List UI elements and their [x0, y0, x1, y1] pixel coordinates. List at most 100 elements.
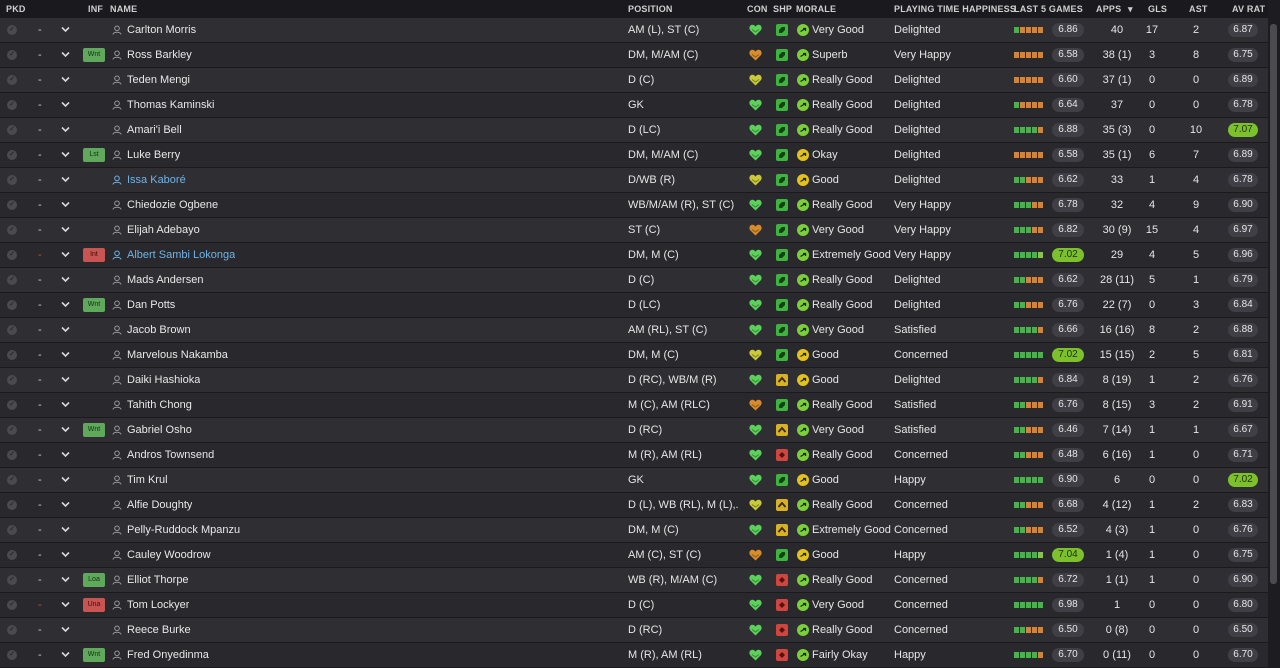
pick-toggle-icon[interactable]: ✓ — [7, 550, 17, 560]
chevron-down-icon[interactable] — [61, 451, 70, 458]
chevron-down-icon[interactable] — [61, 251, 70, 258]
status-badge[interactable]: Wnt — [83, 648, 105, 662]
status-badge[interactable]: Wnt — [83, 298, 105, 312]
player-name[interactable]: Tim Krul — [127, 468, 168, 492]
chevron-down-icon[interactable] — [61, 476, 70, 483]
col-con[interactable]: CON — [747, 4, 768, 14]
table-row[interactable]: ✓ - Reece Burke D (RC) Really Good Concerned 6… — [0, 618, 1268, 643]
pick-toggle-icon[interactable]: ✓ — [7, 625, 17, 635]
player-name[interactable]: Elliot Thorpe — [127, 568, 189, 592]
pick-toggle-icon[interactable]: ✓ — [7, 600, 17, 610]
table-row[interactable]: ✓ - Carlton Morris AM (L), ST (C) Very Good D… — [0, 18, 1268, 43]
player-name[interactable]: Amari'i Bell — [127, 118, 182, 142]
table-row[interactable]: ✓ - Lst Luke Berry DM, M/AM (C) Okay Delighted… — [0, 143, 1268, 168]
player-name[interactable]: Tom Lockyer — [127, 593, 189, 617]
status-badge[interactable]: Int — [83, 248, 105, 262]
player-name[interactable]: Tahith Chong — [127, 393, 192, 417]
chevron-down-icon[interactable] — [61, 576, 70, 583]
table-row[interactable]: ✓ - Wnt Gabriel Osho D (RC) Very Good Satisfie… — [0, 418, 1268, 443]
pick-toggle-icon[interactable]: ✓ — [7, 475, 17, 485]
col-last5[interactable]: LAST 5 GAMES — [1014, 4, 1083, 14]
col-name[interactable]: NAME — [110, 4, 137, 14]
chevron-down-icon[interactable] — [61, 651, 70, 658]
chevron-down-icon[interactable] — [61, 426, 70, 433]
player-name[interactable]: Albert Sambi Lokonga — [127, 243, 235, 267]
chevron-down-icon[interactable] — [61, 51, 70, 58]
status-badge[interactable]: Una — [83, 598, 105, 612]
table-row[interactable]: ✓ - Cauley Woodrow AM (C), ST (C) Good Happy 7… — [0, 543, 1268, 568]
pick-toggle-icon[interactable]: ✓ — [7, 50, 17, 60]
status-badge[interactable]: Wnt — [83, 48, 105, 62]
table-row[interactable]: ✓ - Alfie Doughty D (L), WB (RL), M (L),...… — [0, 493, 1268, 518]
table-row[interactable]: ✓ - Wnt Dan Potts D (LC) Really Good Delighted… — [0, 293, 1268, 318]
pick-toggle-icon[interactable]: ✓ — [7, 175, 17, 185]
pick-toggle-icon[interactable]: ✓ — [7, 525, 17, 535]
player-name[interactable]: Alfie Doughty — [127, 493, 192, 517]
table-row[interactable]: ✓ - Tim Krul GK Good Happy 6.90 6 0 0 7.02 — [0, 468, 1268, 493]
table-row[interactable]: ✓ - Teden Mengi D (C) Really Good Delighted 6.… — [0, 68, 1268, 93]
pick-toggle-icon[interactable]: ✓ — [7, 650, 17, 660]
table-row[interactable]: ✓ - Una Tom Lockyer D (C) Very Good Concerned 6… — [0, 593, 1268, 618]
pick-toggle-icon[interactable]: ✓ — [7, 325, 17, 335]
player-name[interactable]: Daiki Hashioka — [127, 368, 200, 392]
table-row[interactable]: ✓ - Andros Townsend M (R), AM (RL) Really Go… — [0, 443, 1268, 468]
player-name[interactable]: Mads Andersen — [127, 268, 203, 292]
table-row[interactable]: ✓ - Jacob Brown AM (RL), ST (C) Very Good Sat… — [0, 318, 1268, 343]
table-row[interactable]: ✓ - Issa Kaboré D/WB (R) Good Delighted 6.62 33… — [0, 168, 1268, 193]
scrollbar-thumb[interactable] — [1270, 24, 1277, 584]
sort-desc-icon[interactable]: ▾ — [1128, 4, 1133, 15]
pick-toggle-icon[interactable]: ✓ — [7, 300, 17, 310]
table-row[interactable]: ✓ - Pelly-Ruddock Mpanzu DM, M (C) Extremely… — [0, 518, 1268, 543]
pick-toggle-icon[interactable]: ✓ — [7, 400, 17, 410]
table-row[interactable]: ✓ - Amari'i Bell D (LC) Really Good Delighted… — [0, 118, 1268, 143]
player-name[interactable]: Reece Burke — [127, 618, 191, 642]
table-row[interactable]: ✓ - Chiedozie Ogbene WB/M/AM (R), ST (C) Rea… — [0, 193, 1268, 218]
chevron-down-icon[interactable] — [61, 351, 70, 358]
chevron-down-icon[interactable] — [61, 101, 70, 108]
col-playing-time[interactable]: PLAYING TIME HAPPINESS — [894, 4, 1016, 14]
player-name[interactable]: Chiedozie Ogbene — [127, 193, 218, 217]
table-row[interactable]: ✓ - Daiki Hashioka D (RC), WB/M (R) Good Deli… — [0, 368, 1268, 393]
col-position[interactable]: POSITION — [628, 4, 673, 14]
pick-toggle-icon[interactable]: ✓ — [7, 250, 17, 260]
chevron-down-icon[interactable] — [61, 301, 70, 308]
table-row[interactable]: ✓ - Loa Elliot Thorpe WB (R), M/AM (C) Really… — [0, 568, 1268, 593]
player-name[interactable]: Thomas Kaminski — [127, 93, 214, 117]
chevron-down-icon[interactable] — [61, 551, 70, 558]
pick-toggle-icon[interactable]: ✓ — [7, 100, 17, 110]
col-morale[interactable]: MORALE — [796, 4, 836, 14]
chevron-down-icon[interactable] — [61, 176, 70, 183]
pick-toggle-icon[interactable]: ✓ — [7, 200, 17, 210]
table-row[interactable]: ✓ - Marvelous Nakamba DM, M (C) Good Concerne… — [0, 343, 1268, 368]
pick-toggle-icon[interactable]: ✓ — [7, 125, 17, 135]
chevron-down-icon[interactable] — [61, 201, 70, 208]
player-name[interactable]: Gabriel Osho — [127, 418, 192, 442]
pick-toggle-icon[interactable]: ✓ — [7, 375, 17, 385]
col-ast[interactable]: AST — [1189, 4, 1208, 14]
pick-toggle-icon[interactable]: ✓ — [7, 425, 17, 435]
pick-toggle-icon[interactable]: ✓ — [7, 150, 17, 160]
chevron-down-icon[interactable] — [61, 401, 70, 408]
player-name[interactable]: Pelly-Ruddock Mpanzu — [127, 518, 240, 542]
pick-toggle-icon[interactable]: ✓ — [7, 500, 17, 510]
chevron-down-icon[interactable] — [61, 326, 70, 333]
chevron-down-icon[interactable] — [61, 526, 70, 533]
player-name[interactable]: Jacob Brown — [127, 318, 191, 342]
pick-toggle-icon[interactable]: ✓ — [7, 25, 17, 35]
col-pkd[interactable]: PKD — [6, 4, 26, 14]
player-name[interactable]: Elijah Adebayo — [127, 218, 200, 242]
table-row[interactable]: ✓ - Mads Andersen D (C) Really Good Delighted… — [0, 268, 1268, 293]
table-row[interactable]: ✓ - Int Albert Sambi Lokonga DM, M (C) Extrem… — [0, 243, 1268, 268]
pick-toggle-icon[interactable]: ✓ — [7, 575, 17, 585]
chevron-down-icon[interactable] — [61, 626, 70, 633]
player-name[interactable]: Ross Barkley — [127, 43, 192, 67]
table-row[interactable]: ✓ - Tahith Chong M (C), AM (RLC) Really Good… — [0, 393, 1268, 418]
table-row[interactable]: ✓ - Elijah Adebayo ST (C) Very Good Very Happ… — [0, 218, 1268, 243]
chevron-down-icon[interactable] — [61, 151, 70, 158]
chevron-down-icon[interactable] — [61, 226, 70, 233]
pick-toggle-icon[interactable]: ✓ — [7, 225, 17, 235]
status-badge[interactable]: Wnt — [83, 423, 105, 437]
table-row[interactable]: ✓ - Wnt Ross Barkley DM, M/AM (C) Superb Very … — [0, 43, 1268, 68]
status-badge[interactable]: Lst — [83, 148, 105, 162]
col-avrat[interactable]: AV RAT — [1232, 4, 1265, 14]
